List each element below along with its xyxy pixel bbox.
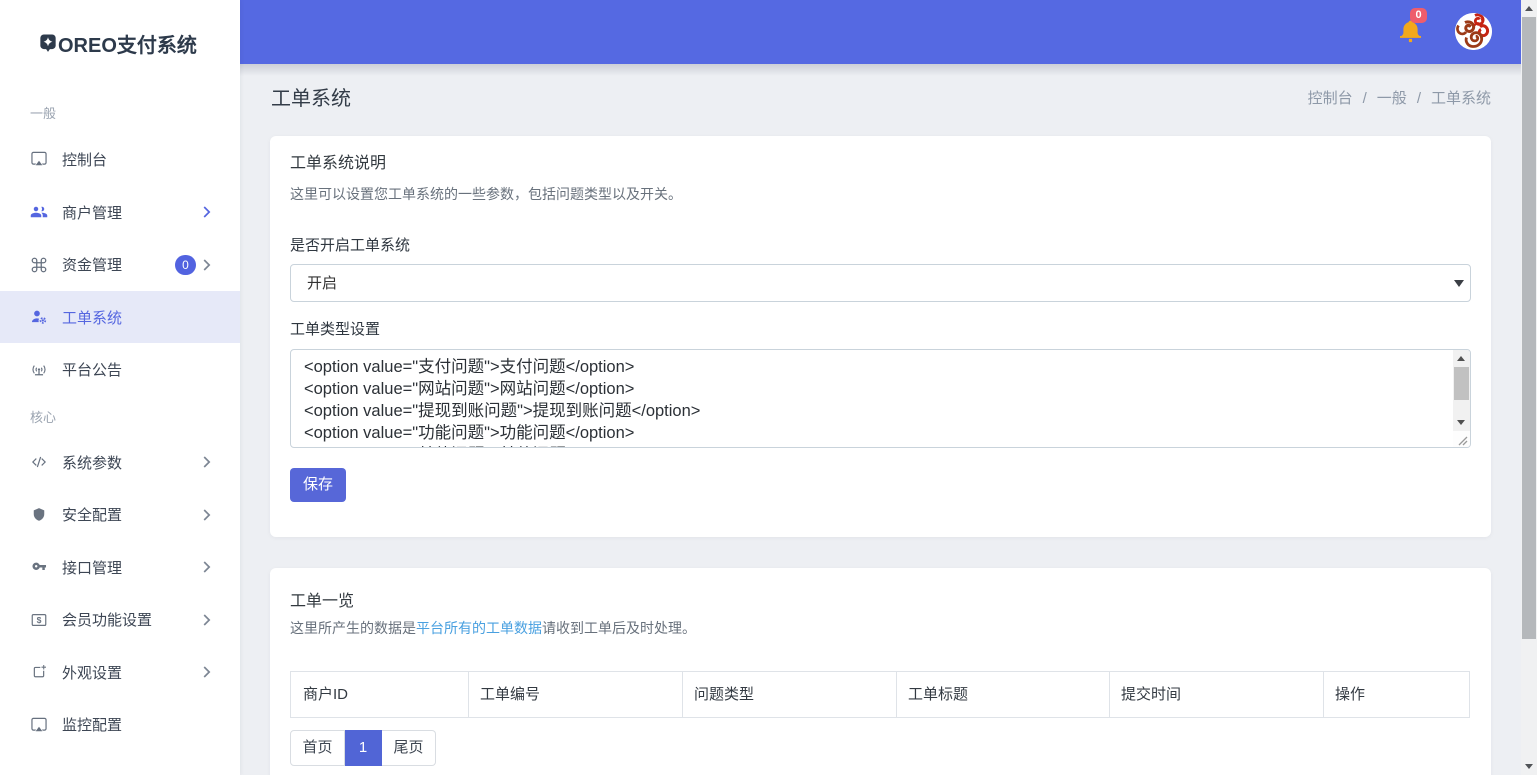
svg-text:$: $ — [37, 615, 42, 625]
